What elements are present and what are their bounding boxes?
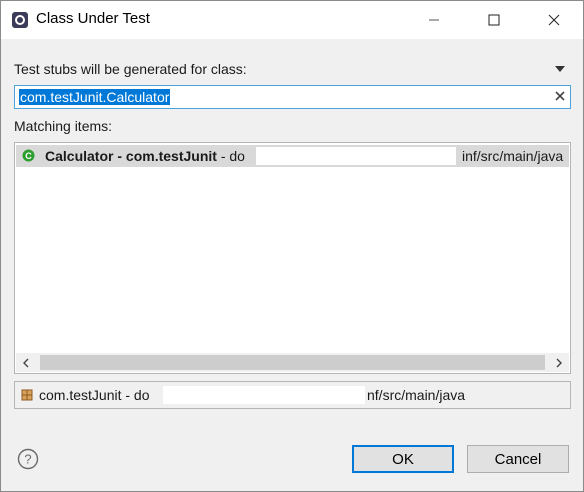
list-item[interactable]: C Calculator - com.testJunit - do inf/sr… [16, 145, 569, 167]
maximize-button[interactable] [471, 1, 517, 39]
list-item-path-prefix: - do [216, 148, 245, 164]
redacted-region [256, 147, 456, 165]
list-item-path-suffix: inf/src/main/java [462, 148, 564, 164]
view-menu-icon[interactable] [553, 64, 567, 74]
class-icon: C [22, 149, 35, 162]
search-input-value[interactable]: com.testJunit.Calculator [19, 89, 171, 105]
clear-icon[interactable] [553, 89, 567, 103]
package-icon [21, 389, 33, 401]
list-item-separator: - [113, 148, 126, 164]
chevron-left-icon [23, 358, 29, 367]
help-icon[interactable]: ? [17, 448, 39, 470]
scroll-right-button[interactable] [549, 353, 569, 372]
details-text: com.testJunit - do [39, 387, 150, 403]
svg-text:C: C [25, 151, 32, 161]
prompt-label: Test stubs will be generated for class: [14, 61, 247, 77]
list-item-package: com.testJunit [125, 148, 217, 164]
class-search-input[interactable]: com.testJunit.Calculator [14, 85, 571, 109]
close-icon [548, 14, 560, 26]
scroll-thumb[interactable] [40, 355, 545, 370]
chevron-right-icon [556, 358, 562, 367]
list-item-text: Calculator - com.testJunit - do [45, 148, 245, 164]
ok-button[interactable]: OK [352, 445, 454, 473]
title-bar: Class Under Test [1, 1, 583, 39]
selection-details: com.testJunit - do nf/src/main/java [14, 381, 571, 409]
matching-items-label: Matching items: [14, 118, 113, 134]
cancel-button[interactable]: Cancel [467, 445, 569, 473]
details-package: com.testJunit [39, 387, 122, 403]
svg-text:?: ? [24, 452, 31, 467]
maximize-icon [488, 14, 500, 26]
details-path-suffix: nf/src/main/java [367, 387, 466, 403]
eclipse-app-icon [12, 12, 28, 28]
matching-items-list[interactable]: C Calculator - com.testJunit - do inf/sr… [14, 142, 571, 374]
scroll-left-button[interactable] [16, 353, 36, 372]
close-button[interactable] [531, 1, 577, 39]
details-path-prefix: - do [121, 387, 150, 403]
window-title: Class Under Test [36, 10, 150, 27]
dialog-window: Class Under Test Test stubs will be gene… [0, 0, 584, 492]
list-item-class-name: Calculator [45, 148, 114, 164]
horizontal-scrollbar[interactable] [16, 353, 569, 372]
redacted-region [163, 386, 365, 404]
minimize-icon [429, 19, 439, 21]
minimize-button[interactable] [411, 1, 457, 39]
